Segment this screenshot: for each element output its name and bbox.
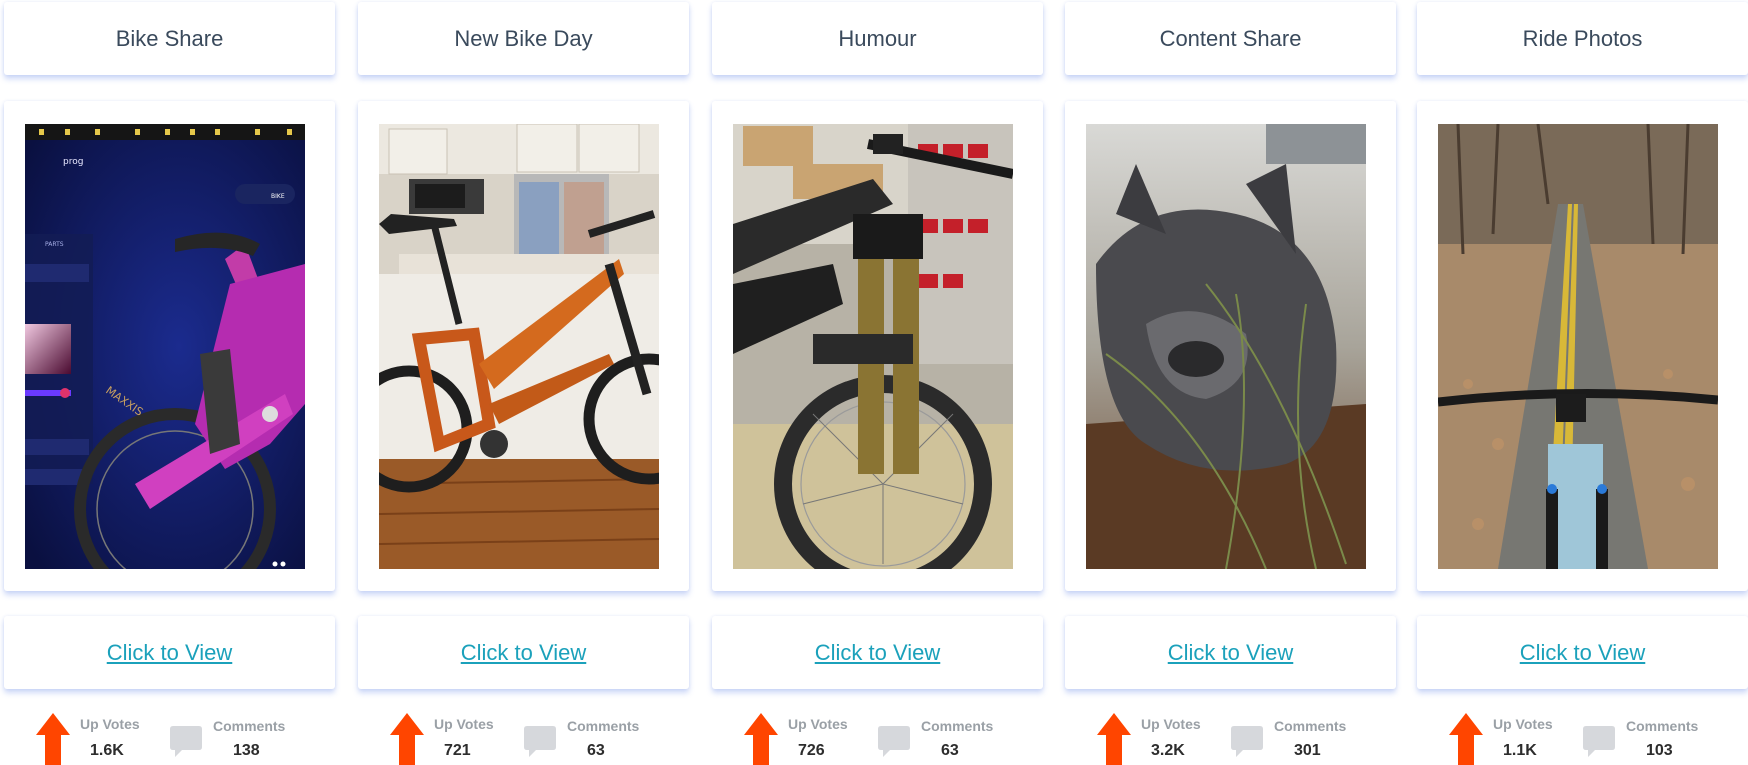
- category-title: Ride Photos: [1522, 25, 1643, 51]
- comments-count: 138: [233, 742, 260, 759]
- post-column: Humour Click to View Up Votes 726 Commen…: [712, 0, 1043, 765]
- post-image-card[interactable]: [712, 101, 1043, 591]
- bike-shop-fork-image: [733, 124, 1013, 569]
- orange-bike-kitchen-image: [379, 124, 659, 569]
- post-stats: Up Votes 1.1K Comments 103: [1417, 710, 1748, 765]
- click-to-view-link[interactable]: Click to View: [1520, 640, 1646, 666]
- comments-count: 301: [1294, 742, 1321, 759]
- upvotes-count: 721: [444, 742, 471, 759]
- comments-label: Comments: [921, 718, 994, 734]
- post-stats: Up Votes 1.6K Comments 138: [4, 710, 335, 765]
- post-image-card[interactable]: prog BIKE PARTS MAXXIS: [4, 101, 335, 591]
- upvotes-count: 726: [798, 742, 825, 759]
- comment-bubble-icon[interactable]: [876, 724, 912, 760]
- click-to-view-link[interactable]: Click to View: [815, 640, 941, 666]
- post-image-card[interactable]: [1417, 101, 1748, 591]
- upvote-arrow-icon[interactable]: [1449, 713, 1483, 765]
- upvotes-label: Up Votes: [80, 716, 140, 732]
- view-link-box: Click to View: [1065, 616, 1396, 689]
- svg-text:prog: prog: [63, 157, 83, 167]
- click-to-view-link[interactable]: Click to View: [461, 640, 587, 666]
- post-image-card[interactable]: [1065, 101, 1396, 591]
- comments-label: Comments: [1626, 718, 1699, 734]
- post-stats: Up Votes 726 Comments 63: [712, 710, 1043, 765]
- upvotes-count: 3.2K: [1151, 742, 1185, 759]
- comments-count: 63: [941, 742, 959, 759]
- comments-count: 63: [587, 742, 605, 759]
- comments-label: Comments: [1274, 718, 1347, 734]
- post-column: New Bike Day Click to View Up Votes 721 …: [358, 0, 689, 765]
- svg-text:BIKE: BIKE: [271, 193, 285, 200]
- view-link-box: Click to View: [1417, 616, 1748, 689]
- post-photo[interactable]: prog BIKE PARTS MAXXIS: [25, 124, 305, 569]
- category-header: Content Share: [1065, 2, 1396, 75]
- category-title: New Bike Day: [454, 25, 593, 51]
- post-image-card[interactable]: [358, 101, 689, 591]
- post-grid: Bike Share prog BIKE PARTS MAXXIS Click …: [0, 0, 1748, 765]
- post-photo[interactable]: [1086, 124, 1366, 569]
- comments-label: Comments: [213, 718, 286, 734]
- post-stats: Up Votes 3.2K Comments 301: [1065, 710, 1396, 765]
- comments-label: Comments: [567, 718, 640, 734]
- upvotes-label: Up Votes: [434, 716, 494, 732]
- category-title: Content Share: [1159, 25, 1302, 51]
- post-stats: Up Votes 721 Comments 63: [358, 710, 689, 765]
- post-photo[interactable]: [379, 124, 659, 569]
- click-to-view-link[interactable]: Click to View: [1168, 640, 1294, 666]
- upvote-arrow-icon[interactable]: [744, 713, 778, 765]
- comment-bubble-icon[interactable]: [1581, 724, 1617, 760]
- category-header: Ride Photos: [1417, 2, 1748, 75]
- category-header: New Bike Day: [358, 2, 689, 75]
- upvotes-label: Up Votes: [788, 716, 848, 732]
- view-link-box: Click to View: [712, 616, 1043, 689]
- category-title: Humour: [838, 25, 917, 51]
- click-to-view-link[interactable]: Click to View: [107, 640, 233, 666]
- post-column: Bike Share prog BIKE PARTS MAXXIS Click …: [4, 0, 335, 765]
- category-header: Bike Share: [4, 2, 335, 75]
- upvotes-label: Up Votes: [1493, 716, 1553, 732]
- category-title: Bike Share: [115, 25, 224, 51]
- svg-text:PARTS: PARTS: [45, 241, 64, 248]
- view-link-box: Click to View: [4, 616, 335, 689]
- upvote-arrow-icon[interactable]: [36, 713, 70, 765]
- upvote-arrow-icon[interactable]: [390, 713, 424, 765]
- bike-configurator-image: prog BIKE PARTS MAXXIS: [25, 124, 305, 569]
- post-column: Content Share Click to View Up Votes 3.2…: [1065, 0, 1396, 765]
- french-bulldog-image: [1086, 124, 1366, 569]
- upvotes-label: Up Votes: [1141, 716, 1201, 732]
- category-header: Humour: [712, 2, 1043, 75]
- comments-count: 103: [1646, 742, 1673, 759]
- comment-bubble-icon[interactable]: [522, 724, 558, 760]
- comment-bubble-icon[interactable]: [1229, 724, 1265, 760]
- upvotes-count: 1.1K: [1503, 742, 1537, 759]
- comment-bubble-icon[interactable]: [168, 724, 204, 760]
- post-column: Ride Photos Click to View Up Votes 1.1K …: [1417, 0, 1748, 765]
- post-photo[interactable]: [733, 124, 1013, 569]
- view-link-box: Click to View: [358, 616, 689, 689]
- trail-handlebar-image: [1438, 124, 1718, 569]
- post-photo[interactable]: [1438, 124, 1718, 569]
- upvotes-count: 1.6K: [90, 742, 124, 759]
- upvote-arrow-icon[interactable]: [1097, 713, 1131, 765]
